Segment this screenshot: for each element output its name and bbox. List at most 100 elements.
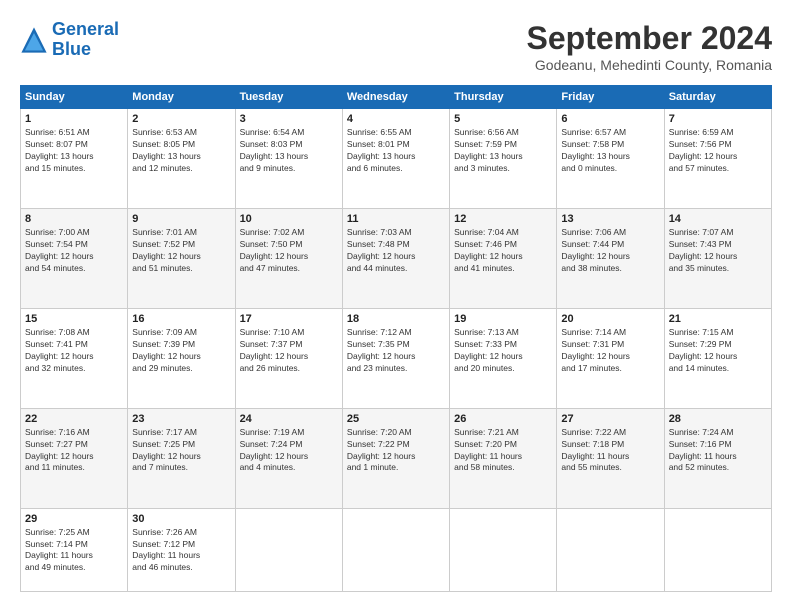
- day-number: 16: [132, 313, 230, 325]
- calendar-cell: 19 Sunrise: 7:13 AM Sunset: 7:33 PM Dayli…: [450, 308, 557, 408]
- day-info: Sunrise: 7:14 AM Sunset: 7:31 PM Dayligh…: [561, 327, 659, 375]
- day-info: Sunrise: 7:12 AM Sunset: 7:35 PM Dayligh…: [347, 327, 445, 375]
- calendar-cell: 4 Sunrise: 6:55 AM Sunset: 8:01 PM Daylig…: [342, 109, 449, 209]
- day-number: 14: [669, 213, 767, 225]
- page: General Blue September 2024 Godeanu, Meh…: [0, 0, 792, 612]
- day-info: Sunrise: 6:59 AM Sunset: 7:56 PM Dayligh…: [669, 127, 767, 175]
- subtitle: Godeanu, Mehedinti County, Romania: [527, 57, 772, 73]
- calendar-cell: [342, 508, 449, 591]
- calendar-cell: 16 Sunrise: 7:09 AM Sunset: 7:39 PM Dayli…: [128, 308, 235, 408]
- calendar-cell: 25Sunrise: 7:20 AM Sunset: 7:22 PM Dayli…: [342, 408, 449, 508]
- day-info: Sunrise: 7:04 AM Sunset: 7:46 PM Dayligh…: [454, 227, 552, 275]
- calendar-cell: 11 Sunrise: 7:03 AM Sunset: 7:48 PM Dayli…: [342, 208, 449, 308]
- day-header-saturday: Saturday: [664, 86, 771, 109]
- day-info: Sunrise: 7:07 AM Sunset: 7:43 PM Dayligh…: [669, 227, 767, 275]
- day-number: 6: [561, 113, 659, 125]
- day-number: 3: [240, 113, 338, 125]
- day-number: 18: [347, 313, 445, 325]
- day-info: Sunrise: 7:02 AM Sunset: 7:50 PM Dayligh…: [240, 227, 338, 275]
- day-header-tuesday: Tuesday: [235, 86, 342, 109]
- calendar-cell: 9 Sunrise: 7:01 AM Sunset: 7:52 PM Daylig…: [128, 208, 235, 308]
- day-info: Sunrise: 7:08 AM Sunset: 7:41 PM Dayligh…: [25, 327, 123, 375]
- day-number: 9: [132, 213, 230, 225]
- calendar-cell: [235, 508, 342, 591]
- calendar-cell: 14 Sunrise: 7:07 AM Sunset: 7:43 PM Dayli…: [664, 208, 771, 308]
- day-number: 5: [454, 113, 552, 125]
- day-info: Sunrise: 7:15 AM Sunset: 7:29 PM Dayligh…: [669, 327, 767, 375]
- day-header-sunday: Sunday: [21, 86, 128, 109]
- calendar-cell: 15 Sunrise: 7:08 AM Sunset: 7:41 PM Dayli…: [21, 308, 128, 408]
- day-number: 25: [347, 413, 445, 425]
- day-number: 23: [132, 413, 230, 425]
- calendar-cell: 30 Sunrise: 7:26 AM Sunset: 7:12 PM Dayli…: [128, 508, 235, 591]
- day-number: 17: [240, 313, 338, 325]
- day-number: 13: [561, 213, 659, 225]
- calendar-cell: 5 Sunrise: 6:56 AM Sunset: 7:59 PM Daylig…: [450, 109, 557, 209]
- day-number: 26: [454, 413, 552, 425]
- logo: General Blue: [20, 20, 119, 60]
- day-number: 24: [240, 413, 338, 425]
- calendar-cell: 18 Sunrise: 7:12 AM Sunset: 7:35 PM Dayli…: [342, 308, 449, 408]
- day-header-monday: Monday: [128, 86, 235, 109]
- calendar-cell: [450, 508, 557, 591]
- day-number: 11: [347, 213, 445, 225]
- logo-line2: Blue: [52, 39, 91, 59]
- day-number: 30: [132, 513, 230, 525]
- calendar-cell: 20 Sunrise: 7:14 AM Sunset: 7:31 PM Dayli…: [557, 308, 664, 408]
- calendar-cell: 8Sunrise: 7:00 AM Sunset: 7:54 PM Daylig…: [21, 208, 128, 308]
- day-info: Sunrise: 7:26 AM Sunset: 7:12 PM Dayligh…: [132, 527, 230, 575]
- calendar-cell: 13 Sunrise: 7:06 AM Sunset: 7:44 PM Dayli…: [557, 208, 664, 308]
- day-info: Sunrise: 7:03 AM Sunset: 7:48 PM Dayligh…: [347, 227, 445, 275]
- day-number: 19: [454, 313, 552, 325]
- day-number: 21: [669, 313, 767, 325]
- calendar-cell: 21 Sunrise: 7:15 AM Sunset: 7:29 PM Dayli…: [664, 308, 771, 408]
- day-number: 15: [25, 313, 123, 325]
- logo-line1: General: [52, 19, 119, 39]
- calendar-cell: [557, 508, 664, 591]
- day-number: 20: [561, 313, 659, 325]
- day-number: 7: [669, 113, 767, 125]
- day-info: Sunrise: 7:06 AM Sunset: 7:44 PM Dayligh…: [561, 227, 659, 275]
- calendar-table: SundayMondayTuesdayWednesdayThursdayFrid…: [20, 85, 772, 592]
- day-info: Sunrise: 7:09 AM Sunset: 7:39 PM Dayligh…: [132, 327, 230, 375]
- logo-icon: [20, 26, 48, 54]
- calendar-cell: [664, 508, 771, 591]
- day-number: 10: [240, 213, 338, 225]
- header: General Blue September 2024 Godeanu, Meh…: [20, 20, 772, 73]
- day-info: Sunrise: 6:57 AM Sunset: 7:58 PM Dayligh…: [561, 127, 659, 175]
- day-header-friday: Friday: [557, 86, 664, 109]
- day-info: Sunrise: 7:22 AM Sunset: 7:18 PM Dayligh…: [561, 427, 659, 475]
- day-info: Sunrise: 7:21 AM Sunset: 7:20 PM Dayligh…: [454, 427, 552, 475]
- day-info: Sunrise: 6:55 AM Sunset: 8:01 PM Dayligh…: [347, 127, 445, 175]
- day-header-wednesday: Wednesday: [342, 86, 449, 109]
- calendar-cell: 12Sunrise: 7:04 AM Sunset: 7:46 PM Dayli…: [450, 208, 557, 308]
- day-info: Sunrise: 7:17 AM Sunset: 7:25 PM Dayligh…: [132, 427, 230, 475]
- day-number: 28: [669, 413, 767, 425]
- day-info: Sunrise: 6:56 AM Sunset: 7:59 PM Dayligh…: [454, 127, 552, 175]
- calendar-cell: 26 Sunrise: 7:21 AM Sunset: 7:20 PM Dayli…: [450, 408, 557, 508]
- calendar-cell: 2 Sunrise: 6:53 AM Sunset: 8:05 PM Daylig…: [128, 109, 235, 209]
- day-info: Sunrise: 7:25 AM Sunset: 7:14 PM Dayligh…: [25, 527, 123, 575]
- day-number: 4: [347, 113, 445, 125]
- day-info: Sunrise: 7:13 AM Sunset: 7:33 PM Dayligh…: [454, 327, 552, 375]
- calendar-cell: 10 Sunrise: 7:02 AM Sunset: 7:50 PM Dayli…: [235, 208, 342, 308]
- day-info: Sunrise: 6:53 AM Sunset: 8:05 PM Dayligh…: [132, 127, 230, 175]
- calendar-cell: 22Sunrise: 7:16 AM Sunset: 7:27 PM Dayli…: [21, 408, 128, 508]
- logo-text: General Blue: [52, 20, 119, 60]
- calendar-cell: 27 Sunrise: 7:22 AM Sunset: 7:18 PM Dayli…: [557, 408, 664, 508]
- calendar-cell: 7 Sunrise: 6:59 AM Sunset: 7:56 PM Daylig…: [664, 109, 771, 209]
- day-number: 2: [132, 113, 230, 125]
- day-info: Sunrise: 7:24 AM Sunset: 7:16 PM Dayligh…: [669, 427, 767, 475]
- title-block: September 2024 Godeanu, Mehedinti County…: [527, 20, 772, 73]
- day-number: 29: [25, 513, 123, 525]
- day-info: Sunrise: 7:19 AM Sunset: 7:24 PM Dayligh…: [240, 427, 338, 475]
- day-info: Sunrise: 7:16 AM Sunset: 7:27 PM Dayligh…: [25, 427, 123, 475]
- calendar-cell: 29 Sunrise: 7:25 AM Sunset: 7:14 PM Dayli…: [21, 508, 128, 591]
- day-info: Sunrise: 7:10 AM Sunset: 7:37 PM Dayligh…: [240, 327, 338, 375]
- day-number: 27: [561, 413, 659, 425]
- day-info: Sunrise: 7:01 AM Sunset: 7:52 PM Dayligh…: [132, 227, 230, 275]
- day-info: Sunrise: 6:51 AM Sunset: 8:07 PM Dayligh…: [25, 127, 123, 175]
- day-number: 8: [25, 213, 123, 225]
- day-header-thursday: Thursday: [450, 86, 557, 109]
- day-number: 1: [25, 113, 123, 125]
